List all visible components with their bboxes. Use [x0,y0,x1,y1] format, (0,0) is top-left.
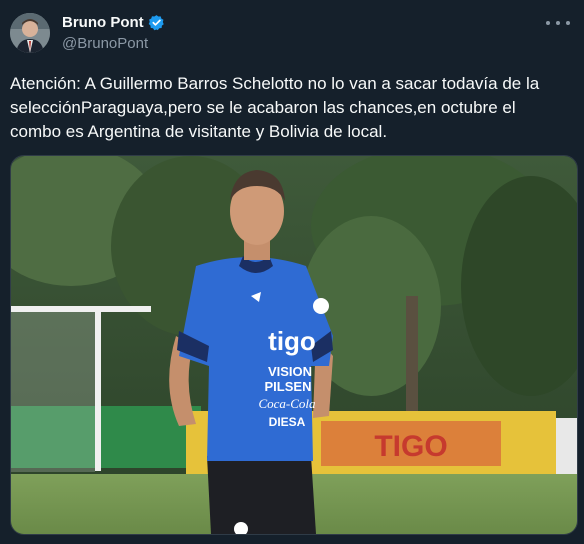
shirt-text-diesa: DIESA [269,415,306,429]
avatar[interactable] [10,13,50,53]
verified-badge-icon [148,14,165,31]
tweet-photo[interactable]: TIGO tigo VISION PILSEN Coca-Cola DIESA [10,155,578,535]
tweet-text-line: selecciónParaguaya,pero se le acabaron l… [10,98,516,117]
tweet-card[interactable]: Bruno Pont @BrunoPont Atención: A Guille… [0,0,584,544]
shirt-text-cocacola: Coca-Cola [258,396,316,411]
author-handle[interactable]: @BrunoPont [62,35,148,52]
tweet-text-line: combo es Argentina de visitante y Bolivi… [10,122,388,141]
author-name[interactable]: Bruno Pont [62,14,144,31]
shirt-text-tigo: tigo [268,326,316,356]
tweet-text-line: Atención: A Guillermo Barros Schelotto n… [10,74,540,93]
shirt-text-vision: VISION [268,364,312,379]
more-options-icon[interactable] [546,14,570,32]
tweet-text: Atención: A Guillermo Barros Schelotto n… [10,72,570,144]
ad-board-text: TIGO [374,430,447,463]
shirt-text-pilsen: PILSEN [265,379,312,394]
